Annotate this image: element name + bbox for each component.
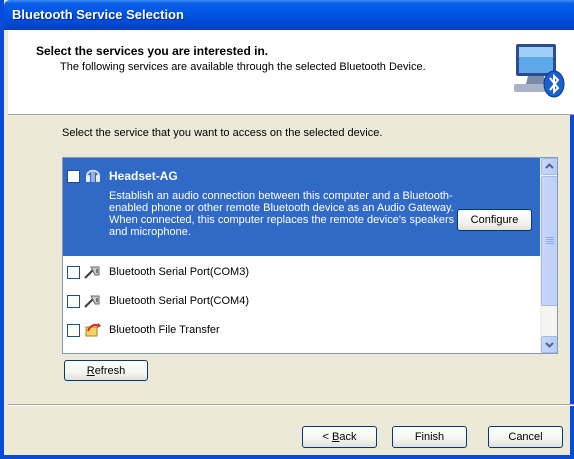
finish-label: Finish <box>414 431 445 443</box>
wizard-header: Select the services you are interested i… <box>8 30 574 115</box>
service-checkbox[interactable] <box>67 170 80 183</box>
file-transfer-icon <box>85 323 101 337</box>
service-item[interactable]: Bluetooth Serial Port(COM3) <box>63 258 540 287</box>
cancel-label: Cancel <box>508 431 543 443</box>
back-label: ack <box>339 431 357 443</box>
finish-button[interactable]: Finish <box>392 426 467 448</box>
back-button[interactable]: < Back <box>302 426 377 448</box>
configure-button[interactable]: Configure <box>457 209 532 231</box>
footer-divider <box>8 404 574 406</box>
list-scrollbar[interactable] <box>540 158 557 353</box>
service-item-selected[interactable]: Headset-AG Establish an audio connection… <box>63 158 540 256</box>
scroll-thumb[interactable] <box>541 176 557 306</box>
computer-bluetooth-icon <box>514 44 565 98</box>
header-title: Select the services you are interested i… <box>36 44 269 58</box>
configure-label: Configure <box>470 214 519 226</box>
window-title: Bluetooth Service Selection <box>12 7 184 22</box>
refresh-button[interactable]: Refresh <box>64 360 148 381</box>
service-item[interactable]: Bluetooth Serial Port(COM4) <box>63 287 540 316</box>
chevron-up-icon <box>545 163 554 169</box>
cancel-button[interactable]: Cancel <box>488 426 563 448</box>
instruction-text: Select the service that you want to acce… <box>62 127 383 139</box>
dialog-window: Bluetooth Service Selection Select the s… <box>0 0 574 459</box>
service-label: Bluetooth Serial Port(COM3) <box>109 266 249 278</box>
header-subtitle: The following services are available thr… <box>60 61 426 73</box>
refresh-label: efresh <box>94 365 126 377</box>
headset-icon <box>86 169 100 182</box>
service-checkbox[interactable] <box>67 295 80 308</box>
title-bar[interactable]: Bluetooth Service Selection <box>4 0 574 30</box>
service-label: Bluetooth Serial Port(COM4) <box>109 295 249 307</box>
back-prefix: < <box>322 431 332 443</box>
service-checkbox[interactable] <box>67 266 80 279</box>
serial-cable-icon <box>84 295 100 308</box>
services-list[interactable]: Headset-AG Establish an audio connection… <box>62 157 558 354</box>
chevron-down-icon <box>545 342 554 348</box>
service-checkbox[interactable] <box>67 324 80 337</box>
scroll-up-button[interactable] <box>541 158 557 175</box>
scroll-down-button[interactable] <box>541 336 557 353</box>
service-name: Headset-AG <box>109 169 178 183</box>
service-description: Establish an audio connection between th… <box>109 190 455 238</box>
refresh-hotkey: R <box>86 365 95 377</box>
serial-cable-icon <box>84 266 100 279</box>
service-label: Bluetooth File Transfer <box>109 324 220 336</box>
service-item[interactable]: Bluetooth File Transfer <box>63 316 540 345</box>
